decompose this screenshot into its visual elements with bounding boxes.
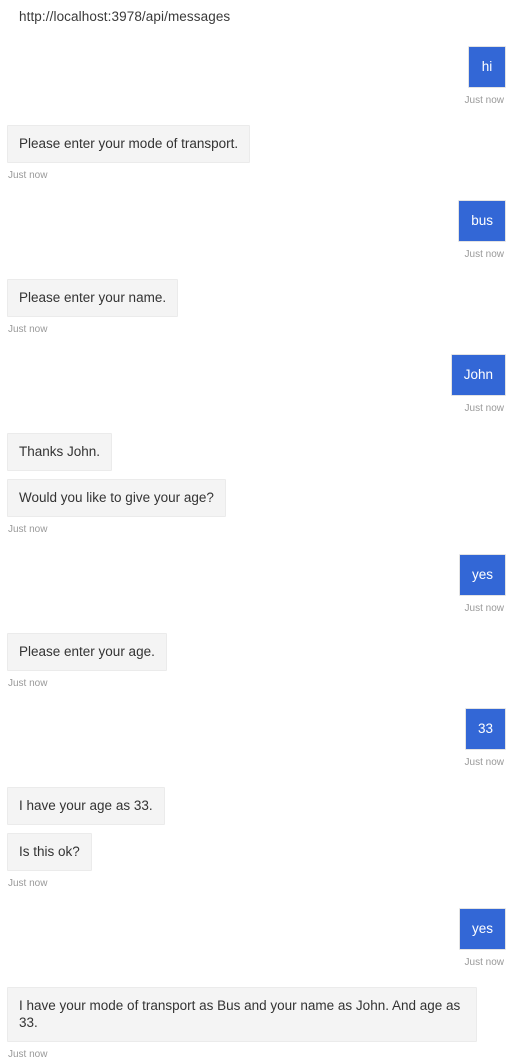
chat-transcript: hi Just now Please enter your mode of tran… [0,25,513,1061]
bot-message-group: Please enter your age. Just now [0,633,510,690]
bot-message-group: Please enter your name. Just now [0,279,510,336]
user-message-group: bus Just now [0,200,510,261]
bot-message-bubble[interactable]: Please enter your age. [7,633,167,671]
bot-endpoint-url: http://localhost:3978/api/messages [19,9,231,24]
message-timestamp: Just now [8,324,48,335]
message-timestamp: Just now [8,1049,48,1060]
bot-message-bubble[interactable]: Thanks John. [7,433,113,471]
user-message-group: hi Just now [0,46,510,107]
message-row: I have your age as 33. [7,787,503,825]
message-row: Please enter your mode of transport. [7,125,503,163]
message-timestamp: Just now [8,524,48,535]
message-timestamp: Just now [464,757,504,768]
user-message-group: yes Just now [0,554,510,615]
bot-message-bubble[interactable]: I have your age as 33. [7,787,165,825]
bot-message-bubble[interactable]: Please enter your name. [7,279,179,317]
message-row: yes [7,554,506,596]
user-message-group: 33 Just now [0,708,510,769]
message-timestamp: Just now [464,249,504,260]
bot-message-group: I have your age as 33. Is this ok? Just no… [0,787,510,890]
message-row: Please enter your name. [7,279,503,317]
message-timestamp: Just now [464,957,504,968]
user-message-bubble[interactable]: 33 [464,708,506,750]
user-message-bubble[interactable]: yes [458,554,506,596]
bot-message-bubble[interactable]: Would you like to give your age? [7,479,226,517]
message-timestamp: Just now [8,678,48,689]
user-message-bubble[interactable]: John [450,354,506,396]
message-timestamp: Just now [464,403,504,414]
bot-message-group: Thanks John. Would you like to give your … [0,433,510,536]
message-timestamp: Just now [464,95,504,106]
message-row: Thanks John. [7,433,503,471]
bot-message-bubble[interactable]: I have your mode of transport as Bus and… [7,987,477,1042]
message-row: Would you like to give your age? [7,479,503,517]
chat-window: http://localhost:3978/api/messages hi Jus… [0,0,513,1060]
message-row: hi [7,46,506,88]
message-row: yes [7,908,506,950]
user-message-bubble[interactable]: yes [458,908,506,950]
message-row: I have your mode of transport as Bus and… [7,987,503,1042]
bot-message-group: I have your mode of transport as Bus and… [0,987,510,1061]
bot-message-bubble[interactable]: Is this ok? [7,833,92,871]
message-row: Is this ok? [7,833,503,871]
user-message-bubble[interactable]: bus [458,200,506,242]
message-timestamp: Just now [464,603,504,614]
message-timestamp: Just now [8,170,48,181]
user-message-group: yes Just now [0,908,510,969]
bot-message-group: Please enter your mode of transport. Just… [0,125,510,182]
message-row: John [7,354,506,396]
message-row: 33 [7,708,506,750]
user-message-bubble[interactable]: hi [468,46,506,88]
message-timestamp: Just now [8,878,48,889]
bot-message-bubble[interactable]: Please enter your mode of transport. [7,125,251,163]
message-row: Please enter your age. [7,633,503,671]
user-message-group: John Just now [0,354,510,415]
message-row: bus [7,200,506,242]
